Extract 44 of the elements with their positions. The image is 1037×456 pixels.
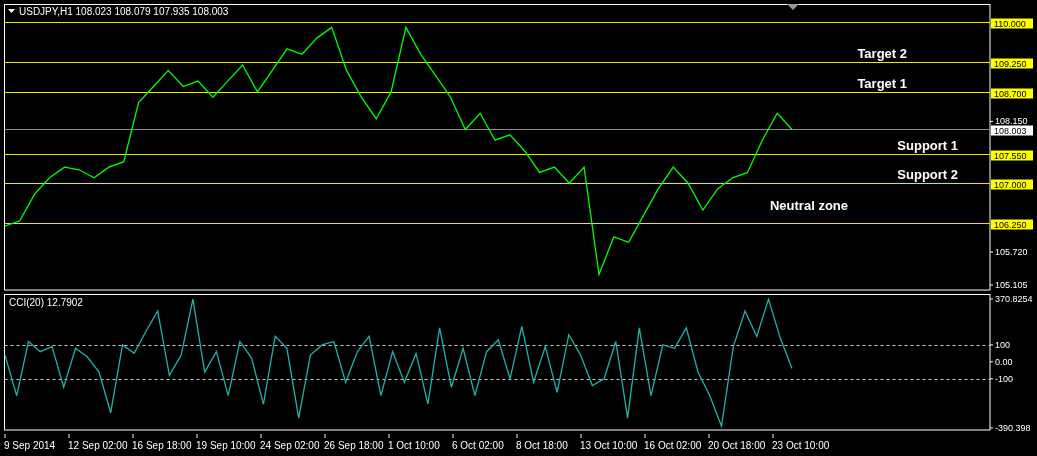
ref-line-label: 110.000 [994,19,1026,29]
current-price-tag: 108.003 [991,125,1033,136]
ref-line-label: 107.000 [994,180,1027,190]
ref-line-label: 106.250 [994,220,1027,230]
axis-label: 9 Sep 2014 [4,440,56,451]
axis-label: 100 [995,339,1011,350]
price-tag: 109.250 [991,58,1033,69]
level-caption: Target 1 [857,75,907,91]
axis-label: 24 Sep 02:00 [260,440,320,451]
axis-label: 16 Oct 02:00 [644,440,702,451]
price-tag: 110.000 [991,18,1033,29]
axis-label: 23 Oct 10:00 [772,440,830,451]
level-caption: Support 1 [897,137,958,153]
axis-label: 1 Oct 10:00 [388,440,440,451]
axis-label: 20 Oct 18:00 [708,440,766,451]
level-caption: Support 2 [897,166,958,182]
ref-line-label: 108.003 [994,126,1027,136]
level-caption: Target 2 [857,45,907,61]
axis-label: 8 Oct 18:00 [516,440,568,451]
shift-marker-icon[interactable] [787,4,799,10]
axis-label: 13 Oct 10:00 [580,440,638,451]
axis-label: 6 Oct 02:00 [452,440,504,451]
indicator-title: CCI(20) 12.7902 [9,297,83,308]
axis-label: 0.00 [995,356,1013,367]
axis-label: 12 Sep 02:00 [68,440,128,451]
axis-label: -390.398 [995,423,1031,433]
price-tag: 108.700 [991,88,1033,99]
price-tag: 106.250 [991,219,1033,230]
axis-label: 19 Sep 10:00 [196,440,256,451]
axis-label: 108.150 [995,116,1028,127]
ref-line-label: 108.700 [994,89,1027,99]
chart-title: USDJPY,H1 108.023 108.079 107.935 108.003 [19,6,229,17]
price-tag: 107.000 [991,179,1033,190]
ref-line-label: 107.550 [994,151,1027,161]
axis-label: -100 [995,373,1013,384]
axis-label: 370.8254 [995,294,1033,304]
price-tag: 107.550 [991,150,1033,161]
axis-label: 105.720 [995,246,1028,257]
ref-line-label: 109.250 [994,59,1027,69]
level-caption: Neutral zone [770,197,848,213]
axis-label: 26 Sep 18:00 [324,440,384,451]
axis-label: 16 Sep 18:00 [132,440,192,451]
axis-label: 105.105 [995,280,1028,290]
dropdown-icon[interactable] [8,9,15,13]
